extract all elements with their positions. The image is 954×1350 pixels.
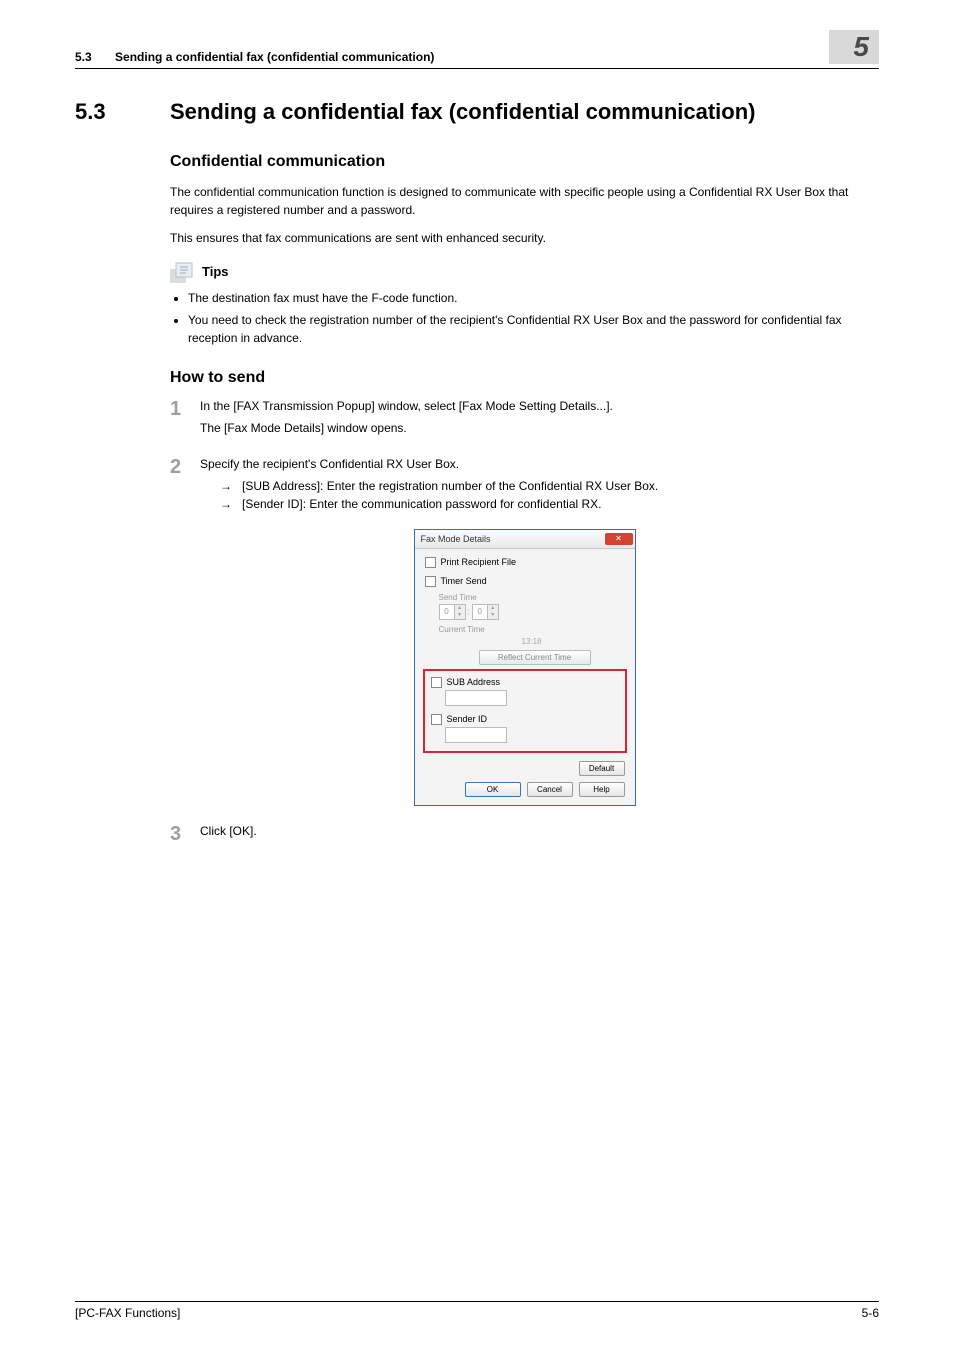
current-time-value: 13:18	[439, 637, 625, 646]
sub-item-text: [Sender ID]: Enter the communication pas…	[242, 497, 602, 511]
step-text: Specify the recipient's Confidential RX …	[200, 457, 879, 471]
section-title-text: Sending a confidential fax (confidential…	[170, 99, 756, 124]
cancel-button[interactable]: Cancel	[527, 782, 573, 797]
minute-spinner[interactable]: 0 ▲▼	[472, 604, 499, 620]
send-time-label: Send Time	[439, 593, 625, 602]
header-section-number: 5.3	[75, 50, 112, 64]
subheading-howto: How to send	[170, 369, 879, 387]
step: 1 In the [FAX Transmission Popup] window…	[170, 399, 879, 443]
tips-header: Tips	[170, 261, 879, 283]
sub-address-label: SUB Address	[447, 677, 501, 687]
step-text: The [Fax Mode Details] window opens.	[200, 421, 879, 435]
header-section-title: Sending a confidential fax (confidential…	[115, 50, 434, 64]
step-number: 1	[170, 399, 200, 443]
paragraph: This ensures that fax communications are…	[170, 229, 879, 247]
step-number: 2	[170, 457, 200, 515]
step: 2 Specify the recipient's Confidential R…	[170, 457, 879, 515]
paragraph: The confidential communication function …	[170, 183, 879, 219]
checkbox[interactable]	[425, 576, 436, 587]
footer: [PC-FAX Functions] 5-6	[75, 1301, 879, 1320]
step-number: 3	[170, 824, 200, 846]
timer-send-label: Timer Send	[441, 576, 487, 586]
section-title: 5.3Sending a confidential fax (confident…	[75, 99, 879, 125]
checkbox[interactable]	[431, 677, 442, 688]
section-number: 5.3	[75, 99, 170, 125]
arrow-icon: →	[220, 497, 242, 511]
tips-label: Tips	[202, 264, 229, 279]
dialog-titlebar: Fax Mode Details ✕	[415, 530, 635, 549]
reflect-button[interactable]: Reflect Current Time	[479, 650, 591, 665]
print-recipient-label: Print Recipient File	[441, 557, 517, 567]
highlighted-fields: SUB Address Sender ID	[423, 669, 627, 753]
sub-item: → [SUB Address]: Enter the registration …	[220, 479, 879, 493]
checkbox[interactable]	[431, 714, 442, 725]
help-button[interactable]: Help	[579, 782, 625, 797]
dialog-figure: Fax Mode Details ✕ Print Recipient File …	[414, 529, 636, 806]
ok-button[interactable]: OK	[465, 782, 521, 797]
list-item: You need to check the registration numbe…	[188, 311, 879, 347]
hour-spinner[interactable]: 0 ▲▼	[439, 604, 466, 620]
sender-id-input[interactable]	[445, 727, 507, 743]
sub-item-text: [SUB Address]: Enter the registration nu…	[242, 479, 658, 493]
footer-left: [PC-FAX Functions]	[75, 1306, 180, 1320]
checkbox[interactable]	[425, 557, 436, 568]
default-button[interactable]: Default	[579, 761, 625, 776]
tips-list: The destination fax must have the F-code…	[170, 289, 879, 347]
sub-item: → [Sender ID]: Enter the communication p…	[220, 497, 879, 511]
sender-id-label: Sender ID	[447, 714, 488, 724]
running-header: 5.3 Sending a confidential fax (confiden…	[75, 30, 879, 69]
current-time-label: Current Time	[439, 625, 625, 634]
step-text: Click [OK].	[200, 824, 879, 838]
arrow-icon: →	[220, 479, 242, 493]
chapter-badge: 5	[829, 30, 879, 64]
close-icon[interactable]: ✕	[605, 533, 633, 545]
list-item: The destination fax must have the F-code…	[188, 289, 879, 307]
step: 3 Click [OK].	[170, 824, 879, 846]
footer-right: 5-6	[862, 1306, 879, 1320]
tips-icon	[170, 261, 198, 283]
step-text: In the [FAX Transmission Popup] window, …	[200, 399, 879, 413]
dialog-title: Fax Mode Details	[421, 534, 491, 544]
sub-address-input[interactable]	[445, 690, 507, 706]
subheading-confidential: Confidential communication	[170, 153, 879, 171]
